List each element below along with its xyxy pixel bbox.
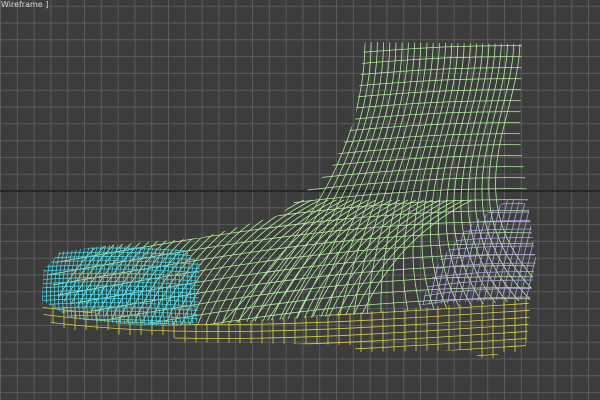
mesh-edge: [412, 42, 453, 325]
mesh-edge: [42, 323, 530, 339]
mesh-edge: [336, 42, 415, 325]
mesh-edge: [48, 320, 535, 325]
viewport-shading-label[interactable]: Wireframe ]: [0, 0, 49, 10]
mesh-edge: [42, 344, 530, 358]
mesh-edge: [42, 309, 530, 325]
mesh-edge: [421, 42, 459, 325]
mesh-edge: [42, 316, 530, 332]
mesh-edge: [48, 155, 535, 213]
mesh-edge: [42, 337, 530, 353]
viewport-canvas[interactable]: [0, 0, 600, 400]
mesh-edge: [48, 67, 535, 125]
mesh-edge: [495, 42, 535, 325]
viewport[interactable]: Wireframe ]: [0, 0, 600, 400]
mesh-edge: [366, 42, 428, 325]
mesh-edge: [438, 42, 474, 325]
mesh-edge: [42, 330, 530, 346]
mesh-edge: [48, 100, 535, 158]
mesh-edge: [229, 42, 372, 325]
mesh-edge: [48, 111, 535, 169]
mesh-edge: [48, 56, 535, 114]
mesh-edge: [42, 245, 47, 326]
